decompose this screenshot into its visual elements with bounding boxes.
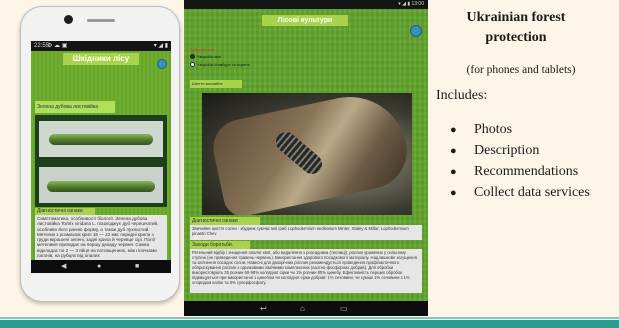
radio-label: Хвороба стовбура та кореня (197, 62, 250, 67)
info-panel: Ukrainian forest protection (for phones … (436, 0, 619, 316)
caterpillar-image (47, 181, 155, 192)
phone-status-icons: ⚙ ☁ ▣ (47, 43, 68, 49)
feature-label: Recommendations (474, 164, 579, 179)
phone-status-bar: 22:55 ⚙ ☁ ▣ ▾ ◢ ▮ (31, 41, 171, 51)
bullet-icon: ● (450, 145, 457, 157)
phone-description: Симптоматика, особливості біології. Зеле… (35, 215, 167, 260)
feature-item: ● Description (450, 140, 590, 161)
tablet-device: ▾ ◢ ▮ 13:00 Лісові культури Виберіть тип… (184, 0, 428, 316)
phone-screen: 22:55 ⚙ ☁ ▣ ▾ ◢ ▮ Шкідники лісу Зелена д… (31, 41, 171, 273)
phone-app: Шкідники лісу Зелена дубова листовійка Д… (31, 51, 171, 260)
feature-label: Photos (474, 122, 513, 137)
bullet-icon: ● (450, 187, 457, 199)
globe-icon[interactable] (157, 59, 167, 69)
tablet-section-title: Виберіть тип (190, 47, 214, 52)
feature-item: ● Recommendations (450, 161, 590, 182)
tablet-status-bar: ▾ ◢ ▮ 13:00 (184, 0, 428, 9)
caterpillar-image (49, 134, 153, 145)
feature-label: Description (474, 143, 540, 158)
radio-selected-icon[interactable] (190, 54, 195, 60)
phone-status-right: ▾ ◢ ▮ (153, 43, 168, 49)
home-icon[interactable]: ● (97, 262, 101, 271)
includes-label: Includes: (436, 88, 488, 103)
info-subtitle: (for phones and tablets) (466, 64, 576, 76)
tablet-measures-title: Заходи боротьби. (190, 241, 250, 249)
tablet-app-title: Лісові культури (262, 15, 348, 26)
globe-icon[interactable] (410, 25, 422, 37)
feature-list: ● Photos ● Description ● Recommendations ● C… (450, 119, 590, 203)
feature-label: Collect data services (474, 185, 590, 200)
feature-item: ● Collect data services (450, 182, 590, 203)
tablet-diagnostic-text: Звичайне шютте сосни - збудник сумчастий… (190, 225, 422, 240)
phone-pest-label[interactable]: Зелена дубова листовійка (35, 101, 115, 113)
radio-option-needle[interactable]: Хвороба хвої (190, 54, 221, 60)
bullet-icon: ● (450, 124, 457, 136)
back-icon[interactable]: ↩ (260, 304, 267, 313)
tablet-disease-photo[interactable] (202, 93, 412, 215)
tablet-status-right: ▾ ◢ ▮ 13:00 (398, 1, 424, 7)
tablet-diagnostic-title: Діагностичні ознаки (190, 217, 260, 225)
phone-nav-bar: ◀ ● ■ (31, 260, 171, 273)
home-icon[interactable]: ⌂ (300, 304, 305, 313)
bottom-accent-bar (0, 320, 619, 328)
tablet-app: Лісові культури Виберіть тип Хвороба хво… (184, 9, 428, 301)
recent-apps-icon[interactable]: ▭ (340, 304, 348, 313)
phone-camera (64, 15, 73, 24)
back-icon[interactable]: ◀ (61, 262, 66, 271)
caterpillar-photo-2[interactable] (39, 167, 163, 203)
info-title: Ukrainian forest protection (466, 10, 566, 45)
radio-unselected-icon[interactable] (190, 62, 195, 68)
phone-device: 22:55 ⚙ ☁ ▣ ▾ ◢ ▮ Шкідники лісу Зелена д… (20, 6, 180, 302)
tablet-disease-name[interactable]: Шютте звичайне (190, 80, 242, 88)
bottom-accent-line (0, 317, 619, 319)
feature-item: ● Photos (450, 119, 590, 140)
phone-diagnostic-title: Діагностичні ознаки (35, 208, 95, 215)
radio-label: Хвороба хвої (197, 54, 222, 59)
phone-speaker (87, 19, 115, 22)
tablet-nav-bar: ↩ ⌂ ▭ (184, 301, 428, 316)
bullet-icon: ● (450, 166, 457, 178)
phone-app-title: Шкідники лісу (63, 53, 139, 65)
tablet-measures-text: Ретельний відбір і знищення опалої хвої,… (190, 249, 422, 293)
radio-option-stem[interactable]: Хвороба стовбура та кореня (190, 62, 250, 68)
phone-photo-panel (35, 115, 167, 207)
caterpillar-photo-1[interactable] (39, 121, 163, 157)
recent-apps-icon[interactable]: ■ (135, 262, 139, 271)
